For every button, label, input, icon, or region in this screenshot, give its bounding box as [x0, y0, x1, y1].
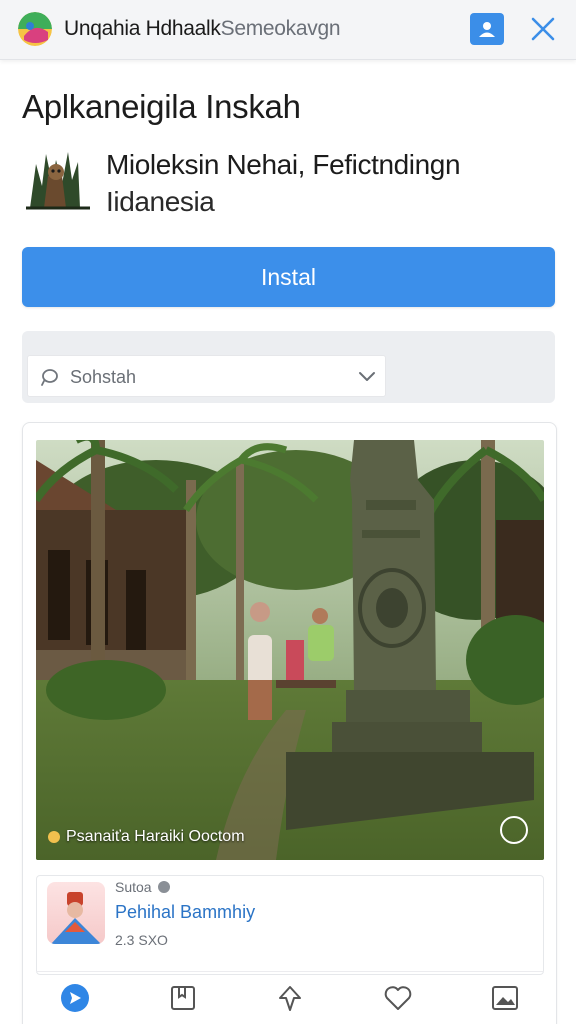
image-icon — [492, 985, 518, 1010]
location-icon — [48, 831, 60, 843]
app-name: Miolеksin Nehai, Fefictndingn Iidanesia — [106, 146, 526, 220]
app-figure-icon — [22, 146, 94, 214]
share-person-icon — [479, 22, 495, 37]
avatar — [47, 882, 105, 944]
send-icon — [61, 983, 89, 1012]
info-title-link[interactable]: Pehihal Bammhiy — [115, 902, 255, 923]
info-label: Sutoa — [115, 879, 170, 895]
image-button[interactable] — [488, 981, 522, 1015]
search-input[interactable]: Sohstah — [70, 367, 136, 388]
info-label-text: Sutoa — [115, 879, 152, 895]
like-button[interactable] — [381, 981, 415, 1015]
search-icon — [41, 369, 58, 386]
top-bar: Unqahia HdhaalkSemeokavgn — [0, 0, 576, 60]
pin-icon — [279, 985, 301, 1011]
window-title: Unqahia HdhaalkSemeokavgn — [64, 17, 341, 41]
close-button[interactable] — [526, 12, 560, 46]
action-bar — [36, 971, 544, 1023]
bookmark-button[interactable] — [166, 981, 200, 1015]
temple-photo[interactable]: Psanaiťa Haraiki Ooctom — [36, 440, 544, 860]
share-button[interactable] — [470, 13, 504, 45]
info-meta: 2.3 SXO — [115, 932, 168, 948]
play-icon[interactable] — [500, 816, 528, 844]
heart-icon — [384, 985, 411, 1010]
app-name-line2: Iidanesia — [106, 186, 215, 217]
verified-icon — [157, 881, 170, 893]
info-box[interactable]: Sutoa Pehihal Bammhiy 2.3 SXO — [36, 875, 544, 975]
content-card: Psanaiťa Haraiki Ooctom Sutoa Pehihal Ba… — [22, 422, 557, 1024]
chevron-down-icon[interactable] — [358, 369, 376, 383]
app-name-line1: Miolеksin Nehai, Fefictndingn — [106, 149, 461, 180]
install-button[interactable]: Instal — [22, 247, 555, 307]
search-panel: Sohstah — [22, 331, 555, 403]
title-main: Unqahia Hdhaalk — [64, 17, 221, 40]
send-button[interactable] — [58, 981, 92, 1015]
photo-caption-text: Psanaiťa Haraiki Ooctom — [66, 828, 245, 845]
photo-caption: Psanaiťa Haraiki Ooctom — [48, 828, 245, 846]
page-title: Aplkaneigila Inskah — [22, 88, 301, 125]
app-logo-icon — [18, 12, 52, 46]
close-icon — [531, 17, 555, 41]
pin-button[interactable] — [273, 981, 307, 1015]
title-sub: Semeokavgn — [220, 17, 341, 40]
search-dropdown[interactable]: Sohstah — [27, 355, 386, 397]
bookmark-icon — [170, 985, 195, 1010]
